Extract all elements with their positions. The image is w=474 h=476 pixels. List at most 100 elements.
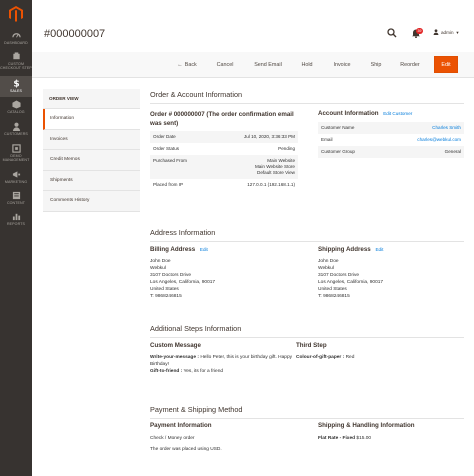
nav-item-sales[interactable]: $ Sales [0,76,32,97]
nav-item-content[interactable]: Content [0,188,32,209]
order-status-label: Order Status [153,146,180,151]
arrow-left-icon: ← [177,61,183,68]
table-row: Order Date Jul 10, 2020, 3:36:33 PM [150,131,298,143]
account-info-block: Account Information Edit Customer Custom… [318,110,464,158]
tab-shipments[interactable]: Shipments [43,171,140,191]
table-row: Purchased From Main Website Main Website… [150,155,298,179]
send-email-button[interactable]: Send Email [249,57,287,72]
payment-method: Check / Money order [150,436,195,441]
order-status-value: Pending [278,146,295,151]
notification-badge[interactable]: 39 [416,28,423,34]
page-actions-bar: ← Back Cancel Send Email Hold Invoice Sh… [32,52,474,78]
order-date-label: Order Date [150,131,211,143]
billing-address: John Doe Webkul 3107 Doctors Drive Los A… [150,259,216,299]
nav-item-dashboard[interactable]: Dashboard [0,28,32,49]
purchased-from-value: Main Website Main Website Store Default … [210,155,298,179]
third-step-heading: Third Step [296,342,327,349]
payment-info-block: Payment Information Check / Money order … [150,422,300,453]
customer-group-value: General [383,146,464,158]
address-section-title: Address Information [150,228,464,242]
edit-shipping-link[interactable]: Edit [375,247,383,252]
user-icon [433,29,439,35]
custom-message-heading: Custom Message [150,342,201,349]
tab-information[interactable]: Information [43,109,140,130]
payment-heading: Payment Information [150,422,212,429]
search-icon[interactable] [387,28,397,38]
tabs-title: Order View [43,89,140,109]
magento-logo-icon [9,6,23,22]
tab-invoices[interactable]: Invoices [43,130,140,150]
nav-item-custom-checkout-step[interactable]: Custom Checkout Step [0,49,32,76]
back-button[interactable]: ← Back [172,57,202,72]
gift-to-friend: Gift-to-friend : Yes, its for a friend [150,369,224,374]
table-row: Customer Group General [318,146,464,158]
billing-heading: Billing Address Edit [150,246,208,253]
account-info-table: Customer Name Charles Smith Email charle… [318,122,464,158]
billing-address-block: Billing Address Edit John Doe Webkul 310… [150,246,300,300]
dashboard-icon [11,33,21,38]
edit-customer-link[interactable]: Edit Customer [383,111,412,116]
order-date-value: Jul 10, 2020, 3:36:33 PM [210,131,298,143]
content-icon [12,191,20,200]
table-row: Email charles@webkul.com [318,134,464,146]
third-step-block: Third Step Colour-of-gift-paper : Red [296,342,464,361]
placed-from-ip-value: 127.0.0.1 (192.168.1.1) [247,182,295,187]
table-row: Customer Name Charles Smith [318,122,464,134]
placed-from-ip-label: Placed from IP [153,182,184,187]
order-info-table: Order Date Jul 10, 2020, 3:36:33 PM Orde… [150,131,298,191]
shipping-address: John Doe Webkul 3107 Doctors Drive Los A… [318,259,384,299]
svg-text:$: $ [13,80,19,88]
page-header: #000000007 39 admin ▼ [32,0,474,52]
catalog-icon [11,100,21,109]
invoice-button[interactable]: Invoice [327,57,357,72]
nav-item-marketing[interactable]: Marketing [0,167,32,188]
nav-item-reports[interactable]: Reports [0,209,32,230]
table-row: Placed from IP 127.0.0.1 (192.168.1.1) [150,179,298,191]
colour-of-gift-paper: Colour-of-gift-paper : Red [296,355,355,360]
shipping-address-block: Shipping Address Edit John Doe Webkul 31… [318,246,464,300]
ship-button[interactable]: Ship [366,57,386,72]
email-label: Email [321,137,333,142]
steps-section-title: Additional Steps Information [150,324,464,338]
email-link[interactable]: charles@webkul.com [383,134,464,146]
shipping-rate: Flat Rate - Fixed $15.00 [318,436,372,441]
nav-item-catalog[interactable]: Catalog [0,97,32,119]
custom-message-block: Custom Message Write-your-message : Hell… [150,342,296,375]
customer-name-label: Customer Name [318,122,384,134]
tab-credit-memos[interactable]: Credit Memos [43,150,140,171]
purchased-from-label: Purchased From [150,155,211,179]
currency-note: The order was placed using USD. [150,447,222,452]
reports-icon [12,213,20,221]
order-info-block: Order # 000000007 (The order confirmatio… [150,110,298,191]
checkout-step-icon [12,52,20,60]
chevron-down-icon: ▼ [455,29,460,35]
hold-button[interactable]: Hold [296,57,318,72]
user-menu[interactable]: admin ▼ [433,29,459,35]
shipping-handling-block: Shipping & Handling Information Flat Rat… [318,422,464,442]
edit-button[interactable]: Edit [434,56,458,73]
account-heading: Account Information Edit Customer [318,110,413,117]
nav-item-demo-management[interactable]: Demo Management [0,141,32,167]
admin-sidebar: Dashboard Custom Checkout Step $ Sales C… [0,0,32,476]
nav-item-customers[interactable]: Customers [0,119,32,141]
reorder-button[interactable]: Reorder [394,57,426,72]
write-your-message: Write-your-message : Hello Peter, this i… [150,355,293,367]
cancel-button[interactable]: Cancel [212,57,238,72]
payment-section-title: Payment & Shipping Method [150,405,464,419]
order-view-tabs: Order View Information Invoices Credit M… [43,89,140,212]
user-name: admin [441,29,454,35]
edit-billing-link[interactable]: Edit [200,247,208,252]
customer-name-link[interactable]: Charles Smith [383,122,464,134]
shipping-handling-heading: Shipping & Handling Information [318,422,415,429]
order-heading: Order # 000000007 (The order confirmatio… [150,111,294,127]
demo-management-icon [11,144,21,153]
dollar-icon: $ [13,80,19,88]
order-main-content: Order & Account Information Order # 0000… [150,90,464,452]
customer-group-label: Customer Group [318,146,384,158]
marketing-icon [12,171,20,178]
customers-icon [12,122,20,131]
shipping-heading: Shipping Address Edit [318,246,384,253]
magento-logo[interactable] [0,0,32,28]
order-account-section-title: Order & Account Information [150,90,464,104]
tab-comments-history[interactable]: Comments History [43,191,140,212]
